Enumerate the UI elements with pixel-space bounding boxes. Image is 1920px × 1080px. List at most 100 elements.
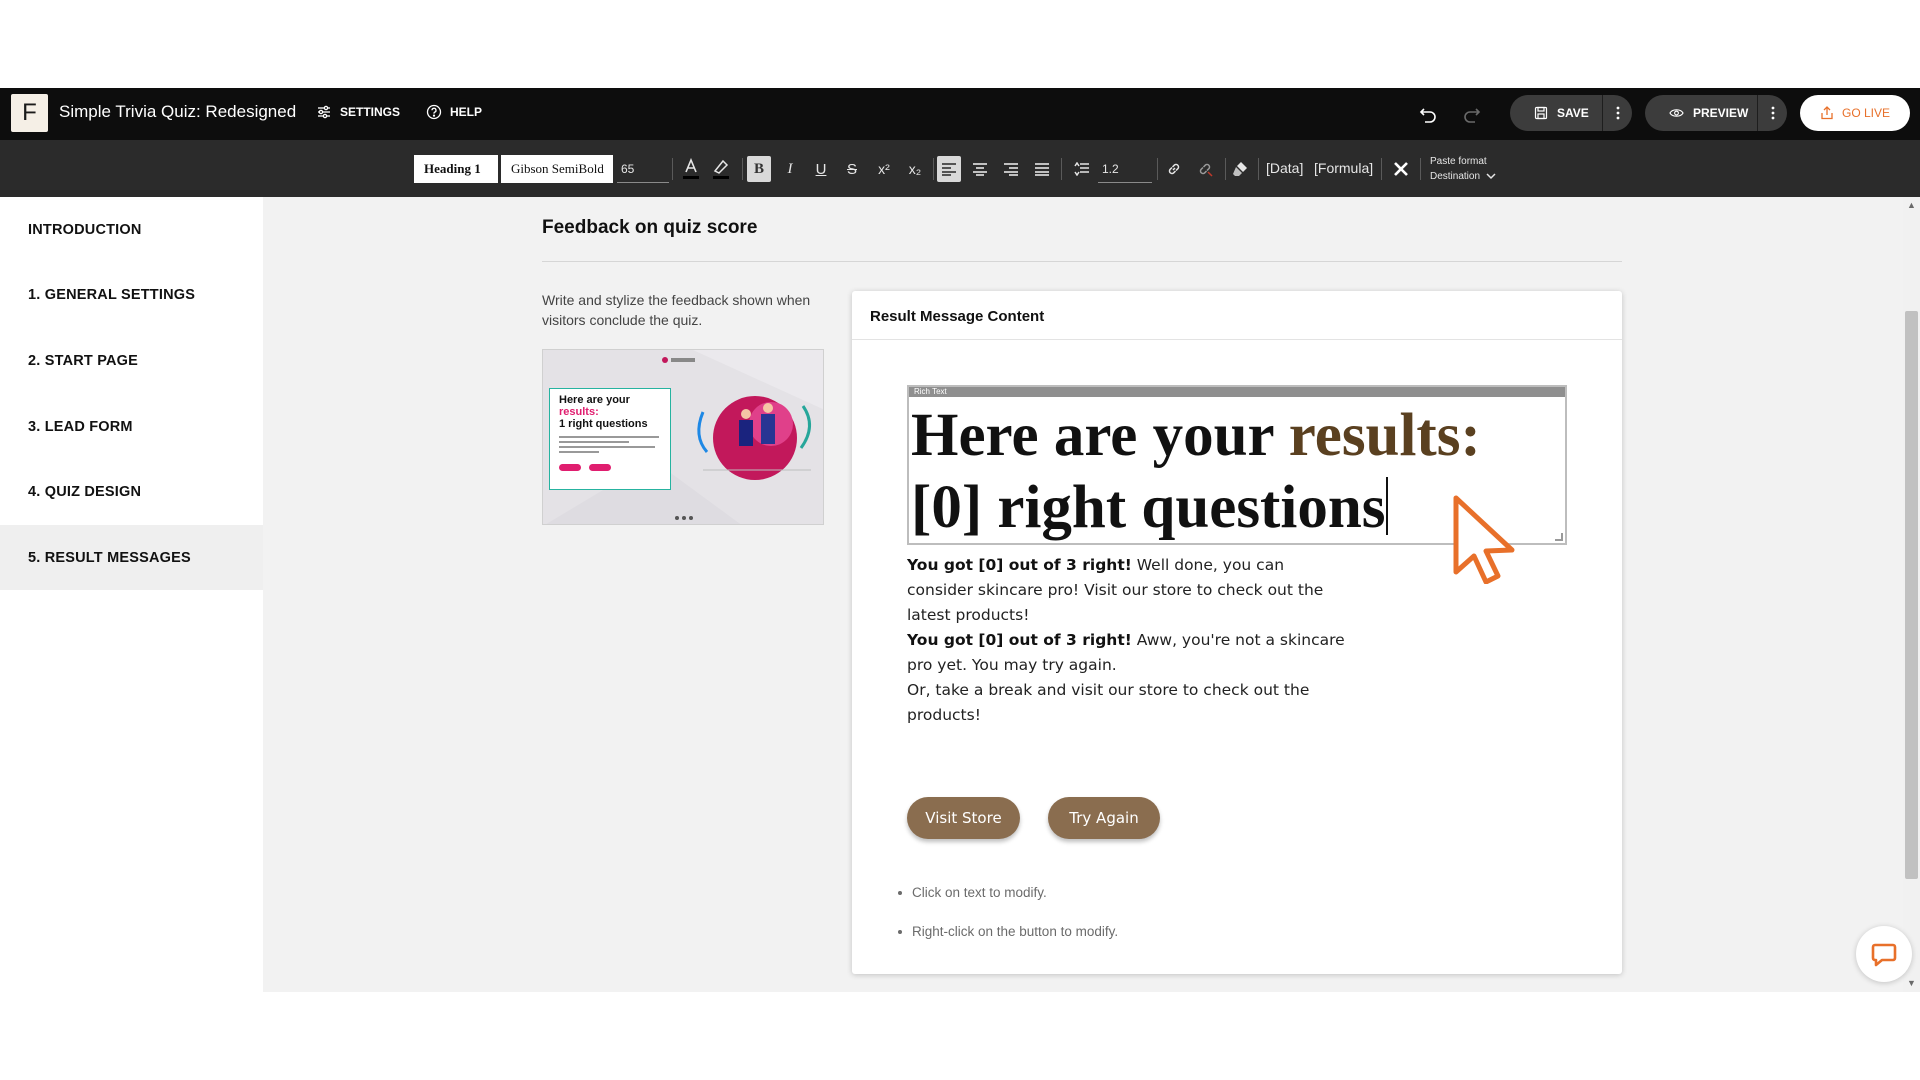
line-height-icon	[1074, 162, 1089, 176]
toolbar-divider	[1420, 158, 1421, 180]
thumbnail-result-card: Here are your results: 1 right questions	[549, 388, 671, 490]
tip-text: Click on text to modify.	[912, 885, 1047, 900]
align-justify-icon	[1035, 163, 1049, 176]
align-right-button[interactable]	[999, 156, 1023, 182]
chat-support-button[interactable]	[1856, 926, 1912, 982]
line-height-button[interactable]	[1070, 156, 1094, 182]
section-description: Write and stylize the feedback shown whe…	[542, 292, 811, 328]
underline-button[interactable]: U	[809, 156, 833, 182]
sidebar-item-quiz-design[interactable]: 4. QUIZ DESIGN	[0, 459, 263, 524]
align-left-button[interactable]	[937, 156, 961, 182]
save-more-button[interactable]	[1602, 95, 1632, 131]
steps-sidebar: INTRODUCTION 1. GENERAL SETTINGS 2. STAR…	[0, 197, 263, 992]
close-x-icon	[1394, 162, 1408, 176]
settings-button[interactable]: SETTINGS	[316, 104, 400, 120]
heading-line2: [0] right questions	[911, 474, 1386, 541]
try-again-button[interactable]: Try Again	[1048, 797, 1160, 839]
insert-formula-button[interactable]: [Formula]	[1314, 160, 1373, 176]
superscript-button[interactable]: x²	[872, 156, 896, 182]
undo-button[interactable]	[1416, 102, 1440, 126]
font-family-select[interactable]: Gibson SemiBold	[501, 155, 613, 183]
toolbar-divider	[1258, 158, 1259, 180]
result-message-card: Result Message Content Rich Text Here ar…	[852, 291, 1622, 974]
sidebar-item-introduction[interactable]: INTRODUCTION	[0, 197, 263, 262]
font-color-icon	[683, 158, 699, 179]
mouse-pointer-icon	[1453, 495, 1515, 584]
align-center-button[interactable]	[968, 156, 992, 182]
result-preview-thumbnail[interactable]: Here are your results: 1 right questions	[542, 349, 824, 525]
sidebar-item-result-messages[interactable]: 5. RESULT MESSAGES	[0, 525, 263, 590]
sidebar-item-lead-form[interactable]: 3. LEAD FORM	[0, 394, 263, 459]
eraser-brush-icon	[1233, 162, 1247, 176]
link-icon	[1168, 163, 1180, 175]
tip-item: Right-click on the button to modify.	[898, 924, 1118, 939]
unlink-icon	[1199, 163, 1213, 177]
result-heading[interactable]: Here are your results: [0] right questio…	[911, 400, 1481, 544]
message-score-bold: You got [0] out of 3 right!	[907, 631, 1132, 649]
preview-more-button[interactable]	[1757, 95, 1787, 131]
quiz-title[interactable]: Simple Trivia Quiz: Redesigned	[59, 102, 296, 122]
sidebar-item-start-page[interactable]: 2. START PAGE	[0, 328, 263, 393]
app-window: F Simple Trivia Quiz: Redesigned SETTING…	[0, 88, 1920, 992]
paste-format-label: Paste format	[1430, 156, 1487, 167]
result-message-high[interactable]: You got [0] out of 3 right! Well done, y…	[907, 553, 1347, 628]
text-color-button[interactable]	[679, 156, 703, 182]
scroll-up-arrow[interactable]: ▲	[1907, 201, 1916, 210]
go-live-button[interactable]: GO LIVE	[1800, 95, 1910, 131]
remove-format-button[interactable]	[1389, 156, 1413, 182]
eye-icon	[1669, 109, 1684, 117]
paste-format-dropdown[interactable]: Paste format Destination	[1430, 154, 1496, 184]
sidebar-item-general-settings[interactable]: 1. GENERAL SETTINGS	[0, 262, 263, 327]
undo-icon	[1419, 108, 1436, 123]
thumbnail-heading-line1: Here are your	[559, 394, 630, 406]
save-icon	[1534, 106, 1548, 120]
bold-button[interactable]: B	[747, 156, 771, 182]
clear-format-button[interactable]	[1228, 156, 1252, 182]
rich-text-toolbar: Heading 1 Gibson SemiBold 65 B I U S x² …	[0, 140, 1920, 197]
align-center-icon	[973, 163, 987, 176]
chat-bubble-icon	[1871, 943, 1897, 967]
align-justify-button[interactable]	[1030, 156, 1054, 182]
page-scrollbar[interactable]: ▲ ▼	[1903, 197, 1920, 992]
italic-button[interactable]: I	[778, 156, 802, 182]
line-height-input[interactable]: 1.2	[1098, 155, 1152, 183]
tip-text: Right-click on the button to modify.	[912, 924, 1119, 939]
section-divider	[542, 261, 1622, 262]
toolbar-divider	[1225, 158, 1226, 180]
highlighter-icon	[713, 159, 729, 179]
settings-label: SETTINGS	[340, 105, 401, 119]
visit-store-button[interactable]: Visit Store	[907, 797, 1020, 839]
more-vertical-icon	[1616, 106, 1619, 120]
chevron-down-icon	[1486, 173, 1496, 180]
redo-button[interactable]	[1460, 102, 1484, 126]
thumbnail-heading-line2: results:	[559, 406, 599, 418]
app-logo[interactable]: F	[11, 94, 48, 132]
insert-data-button[interactable]: [Data]	[1266, 160, 1303, 176]
scroll-thumb[interactable]	[1905, 311, 1918, 879]
toolbar-divider	[672, 158, 673, 180]
font-size-input[interactable]: 65	[617, 155, 669, 183]
help-button[interactable]: HELP	[426, 104, 482, 120]
toolbar-divider	[933, 158, 934, 180]
heading-highlight: results:	[1288, 402, 1481, 469]
top-bar: F Simple Trivia Quiz: Redesigned SETTING…	[0, 88, 1920, 140]
resize-handle[interactable]	[1555, 533, 1563, 541]
scroll-down-arrow[interactable]: ▼	[1907, 979, 1916, 988]
block-format-select[interactable]: Heading 1	[414, 155, 498, 183]
toolbar-divider	[742, 158, 743, 180]
preview-label: PREVIEW	[1693, 106, 1749, 120]
remove-link-button[interactable]	[1193, 156, 1217, 182]
toolbar-divider	[1157, 158, 1158, 180]
save-label: SAVE	[1557, 106, 1589, 120]
preview-button[interactable]: PREVIEW	[1645, 95, 1748, 131]
align-left-icon	[942, 163, 956, 176]
highlight-color-button[interactable]	[709, 156, 733, 182]
subscript-button[interactable]: x₂	[903, 156, 927, 182]
rich-text-label: Rich Text	[909, 387, 1565, 397]
insert-link-button[interactable]	[1162, 156, 1186, 182]
heading-text: Here are your	[911, 402, 1289, 469]
share-upload-icon	[1821, 106, 1833, 120]
strikethrough-button[interactable]: S	[840, 156, 864, 182]
save-button[interactable]: SAVE	[1510, 95, 1589, 131]
result-message-low[interactable]: You got [0] out of 3 right! Aww, you're …	[907, 628, 1347, 728]
